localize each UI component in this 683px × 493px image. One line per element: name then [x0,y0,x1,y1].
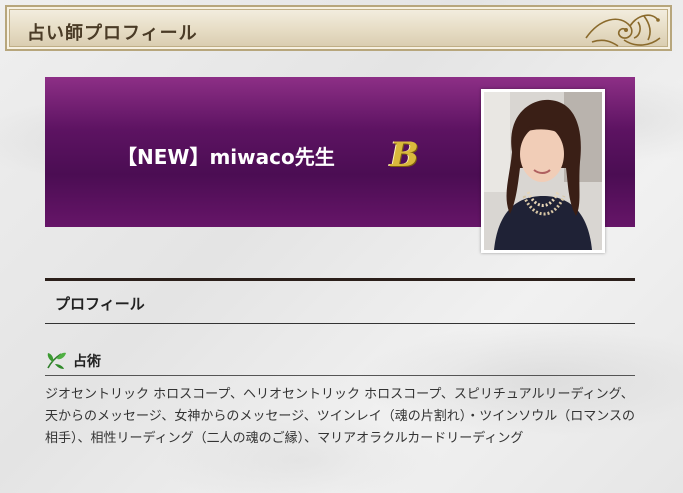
divination-skills-title: 占術 [73,354,101,370]
rank-badge: B [390,135,419,175]
divination-skills-list: ジオセントリック ホロスコープ、ヘリオセントリック ホロスコープ、スピリチュアル… [45,387,635,446]
page-title: 占い師プロフィール [27,23,198,44]
fortune-teller-name: 【NEW】miwaco先生 [117,145,335,169]
profile-section-header: プロフィール [45,278,635,324]
flourish-ornament-icon [585,14,661,47]
page-header: 占い師プロフィール [5,5,672,51]
leaf-icon [47,352,66,369]
divination-skills-header: 占術 [45,348,635,376]
profile-photo [481,89,605,253]
portrait-image [484,92,602,250]
profile-heading: プロフィール [55,295,145,313]
